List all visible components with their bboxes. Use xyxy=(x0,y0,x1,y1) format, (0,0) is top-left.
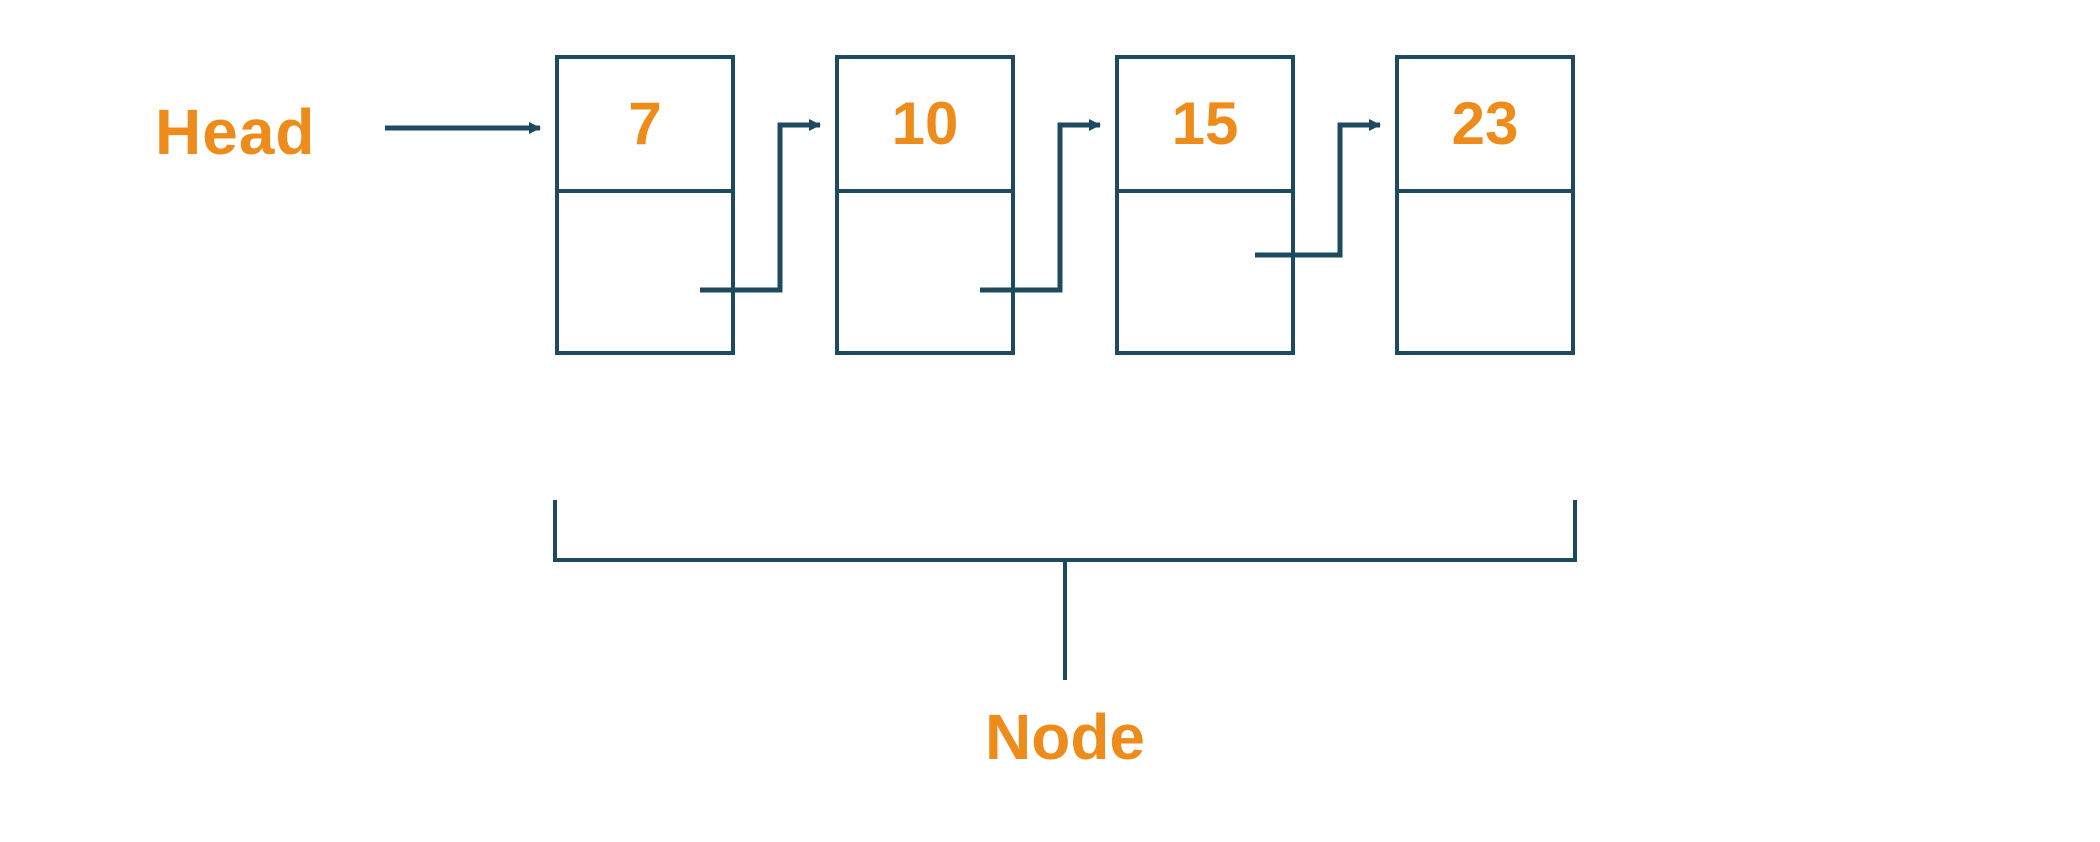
node-bracket xyxy=(555,500,1575,680)
linked-list-diagram: Head 7 10 15 23 xyxy=(0,0,2100,842)
link-arrow-1 xyxy=(980,125,1100,290)
link-arrow-0 xyxy=(700,125,820,290)
link-arrow-2 xyxy=(1255,125,1380,255)
node-label: Node xyxy=(985,700,1145,774)
